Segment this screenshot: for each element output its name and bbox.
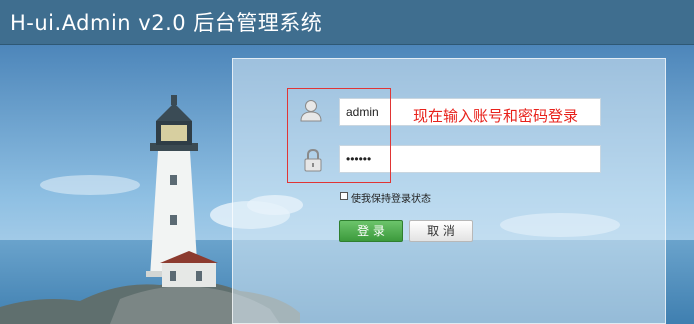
remember-checkbox[interactable] [340, 192, 348, 200]
header-bar: H-ui.Admin v2.0 后台管理系统 [0, 0, 694, 45]
remember-label: 使我保持登录状态 [351, 194, 431, 205]
login-panel: admin •••••• 现在输入账号和密码登录 使我保持登录状态 登 录 取 … [232, 58, 666, 324]
annotation-box [287, 88, 391, 183]
login-button[interactable]: 登 录 [339, 220, 403, 242]
cancel-button[interactable]: 取 消 [409, 220, 473, 242]
annotation-text: 现在输入账号和密码登录 [413, 107, 579, 125]
app-title: H-ui.Admin v2.0 后台管理系统 [10, 11, 323, 35]
